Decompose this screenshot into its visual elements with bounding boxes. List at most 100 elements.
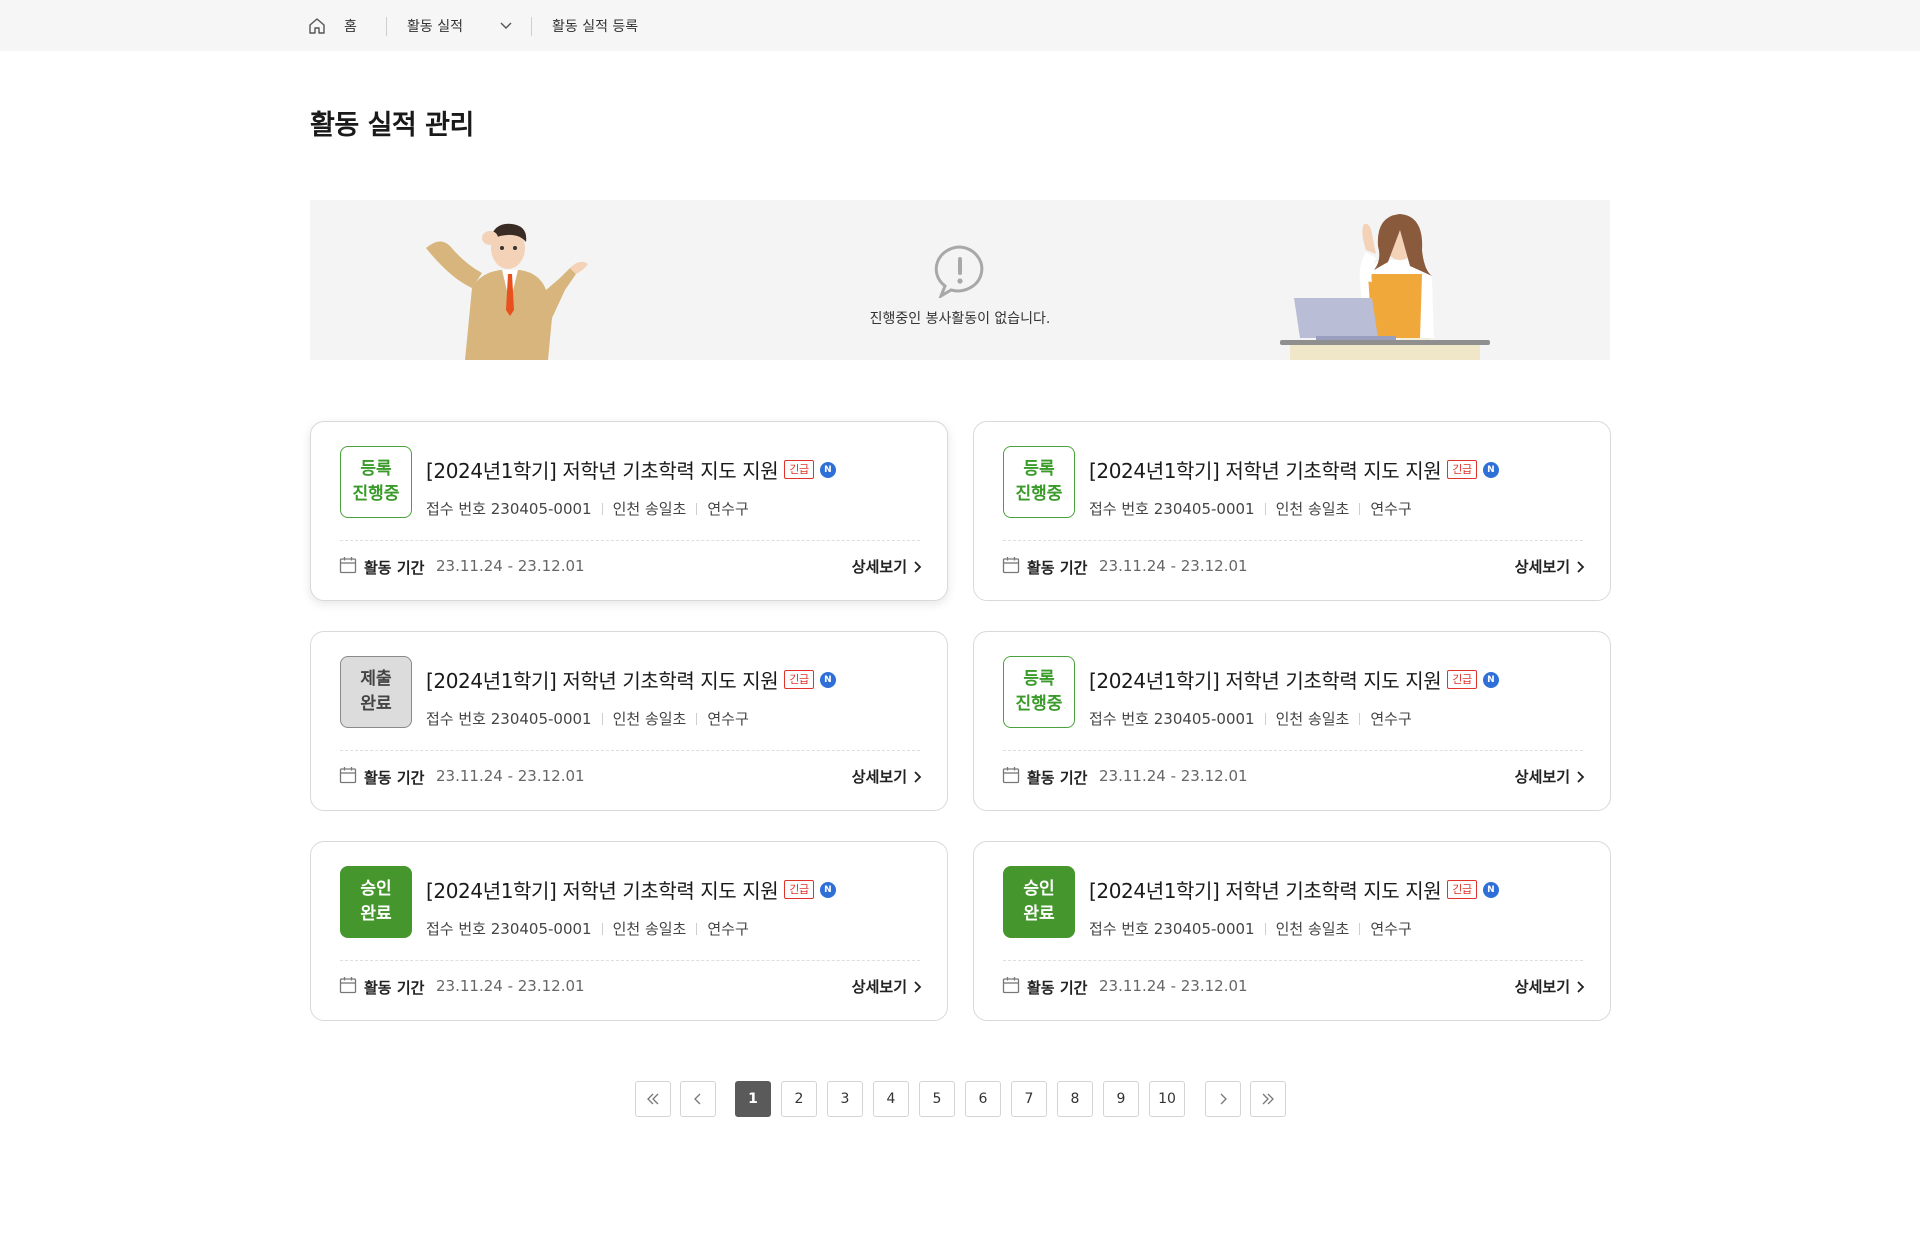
page-button[interactable]: 10: [1149, 1081, 1185, 1117]
meta-divider: [1359, 712, 1361, 725]
status-badge: 제출 완료: [340, 656, 412, 728]
next-page-button[interactable]: [1205, 1081, 1241, 1117]
meta-divider: [601, 712, 603, 725]
meta-divider: [696, 712, 698, 725]
meta-divider: [1359, 502, 1361, 515]
page-button[interactable]: 4: [873, 1081, 909, 1117]
card-meta: 접수 번호 230405-0001 인천 송일초 연수구: [426, 498, 749, 519]
chevron-right-icon[interactable]: [1576, 980, 1585, 994]
activity-card[interactable]: 등록 진행중 [2024년1학기] 저학년 기초학력 지도 지원 긴급 N 접수 번호…: [973, 631, 1611, 811]
businessman-illustration: [426, 223, 588, 360]
new-badge: N: [1482, 671, 1499, 688]
period-value: 23.11.24 - 23.12.01: [436, 767, 585, 785]
card-meta: 접수 번호 230405-0001 인천 송일초 연수구: [1089, 918, 1412, 939]
activity-card[interactable]: 제출 완료 [2024년1학기] 저학년 기초학력 지도 지원 긴급 N 접수 번호 …: [310, 631, 948, 811]
detail-label[interactable]: 상세보기: [1515, 556, 1570, 577]
school-name: 인천 송일초: [612, 920, 687, 938]
detail-link[interactable]: 상세보기: [852, 766, 922, 787]
status-line2: 진행중: [352, 484, 400, 504]
card-title-row: [2024년1학기] 저학년 기초학력 지도 지원 긴급 N: [1089, 455, 1499, 484]
breadcrumb-home[interactable]: 홈: [344, 0, 357, 51]
activity-card[interactable]: 등록 진행중 [2024년1학기] 저학년 기초학력 지도 지원 긴급 N 접수 번호…: [310, 421, 948, 601]
activity-card[interactable]: 승인 완료 [2024년1학기] 저학년 기초학력 지도 지원 긴급 N 접수 번호 …: [310, 841, 948, 1021]
prev-page-button[interactable]: [680, 1081, 716, 1117]
card-divider: [340, 540, 920, 541]
activity-card[interactable]: 등록 진행중 [2024년1학기] 저학년 기초학력 지도 지원 긴급 N 접수 번호…: [973, 421, 1611, 601]
meta-divider: [696, 502, 698, 515]
breadcrumb-current: 활동 실적 등록: [552, 18, 639, 35]
card-title-row: [2024년1학기] 저학년 기초학력 지도 지원 긴급 N: [426, 875, 836, 904]
page-button[interactable]: 3: [827, 1081, 863, 1117]
office-worker-illustration: [1280, 214, 1490, 360]
card-title[interactable]: [2024년1학기] 저학년 기초학력 지도 지원: [1089, 875, 1442, 904]
last-page-button[interactable]: [1250, 1081, 1286, 1117]
meta-divider: [1264, 502, 1266, 515]
period-value: 23.11.24 - 23.12.01: [1099, 767, 1248, 785]
calendar-icon: [339, 977, 357, 994]
card-title-row: [2024년1학기] 저학년 기초학력 지도 지원 긴급 N: [426, 665, 836, 694]
detail-label[interactable]: 상세보기: [852, 556, 907, 577]
chevron-right-icon[interactable]: [913, 560, 922, 574]
detail-label[interactable]: 상세보기: [1515, 976, 1570, 997]
page-button[interactable]: 1: [735, 1081, 771, 1117]
card-title-row: [2024년1학기] 저학년 기초학력 지도 지원 긴급 N: [1089, 875, 1499, 904]
receipt-number: 접수 번호 230405-0001: [426, 500, 592, 518]
page-button[interactable]: 5: [919, 1081, 955, 1117]
chevron-right-icon[interactable]: [913, 770, 922, 784]
district-name: 연수구: [707, 500, 749, 518]
status-line2: 완료: [360, 694, 392, 714]
home-icon[interactable]: [308, 17, 326, 35]
first-page-button[interactable]: [635, 1081, 671, 1117]
status-line1: 등록: [1023, 669, 1055, 689]
detail-link[interactable]: 상세보기: [852, 976, 922, 997]
chevron-right-icon[interactable]: [913, 980, 922, 994]
period-label: 활동 기간: [364, 559, 425, 577]
urgent-tag: 긴급: [784, 880, 814, 899]
page-button[interactable]: 2: [781, 1081, 817, 1117]
new-badge: N: [1482, 881, 1499, 898]
activity-card[interactable]: 승인 완료 [2024년1학기] 저학년 기초학력 지도 지원 긴급 N 접수 번호 …: [973, 841, 1611, 1021]
period-label: 활동 기간: [364, 769, 425, 787]
school-name: 인천 송일초: [1275, 500, 1350, 518]
urgent-tag: 긴급: [1447, 460, 1477, 479]
card-title[interactable]: [2024년1학기] 저학년 기초학력 지도 지원: [426, 665, 779, 694]
detail-link[interactable]: 상세보기: [1515, 766, 1585, 787]
new-badge: N: [819, 671, 836, 688]
card-title[interactable]: [2024년1학기] 저학년 기초학력 지도 지원: [426, 455, 779, 484]
detail-label[interactable]: 상세보기: [1515, 766, 1570, 787]
detail-link[interactable]: 상세보기: [1515, 976, 1585, 997]
page-button[interactable]: 8: [1057, 1081, 1093, 1117]
period-value: 23.11.24 - 23.12.01: [436, 977, 585, 995]
district-name: 연수구: [707, 710, 749, 728]
card-divider: [1003, 960, 1583, 961]
detail-label[interactable]: 상세보기: [852, 976, 907, 997]
page-button[interactable]: 9: [1103, 1081, 1139, 1117]
page-button[interactable]: 6: [965, 1081, 1001, 1117]
chevron-right-icon[interactable]: [1576, 770, 1585, 784]
breadcrumb-bar: 홈 활동 실적 활동 실적 등록: [0, 0, 1920, 51]
receipt-number: 접수 번호 230405-0001: [1089, 920, 1255, 938]
card-title[interactable]: [2024년1학기] 저학년 기초학력 지도 지원: [426, 875, 779, 904]
card-title[interactable]: [2024년1학기] 저학년 기초학력 지도 지원: [1089, 665, 1442, 694]
chevron-right-icon[interactable]: [1576, 560, 1585, 574]
urgent-tag: 긴급: [1447, 670, 1477, 689]
status-line1: 등록: [1023, 459, 1055, 479]
school-name: 인천 송일초: [1275, 710, 1350, 728]
card-divider: [340, 960, 920, 961]
chevron-down-icon[interactable]: [499, 20, 513, 32]
period-label: 활동 기간: [364, 979, 425, 997]
school-name: 인천 송일초: [1275, 920, 1350, 938]
calendar-icon: [1002, 557, 1020, 574]
detail-link[interactable]: 상세보기: [1515, 556, 1585, 577]
meta-divider: [601, 502, 603, 515]
status-line1: 승인: [1023, 879, 1055, 899]
detail-link[interactable]: 상세보기: [852, 556, 922, 577]
page-button[interactable]: 7: [1011, 1081, 1047, 1117]
calendar-icon: [339, 767, 357, 784]
receipt-number: 접수 번호 230405-0001: [426, 920, 592, 938]
page-title: 활동 실적 관리: [310, 110, 474, 141]
detail-label[interactable]: 상세보기: [852, 766, 907, 787]
card-meta: 접수 번호 230405-0001 인천 송일초 연수구: [1089, 498, 1412, 519]
breadcrumb-section[interactable]: 활동 실적: [407, 0, 463, 51]
card-title[interactable]: [2024년1학기] 저학년 기초학력 지도 지원: [1089, 455, 1442, 484]
